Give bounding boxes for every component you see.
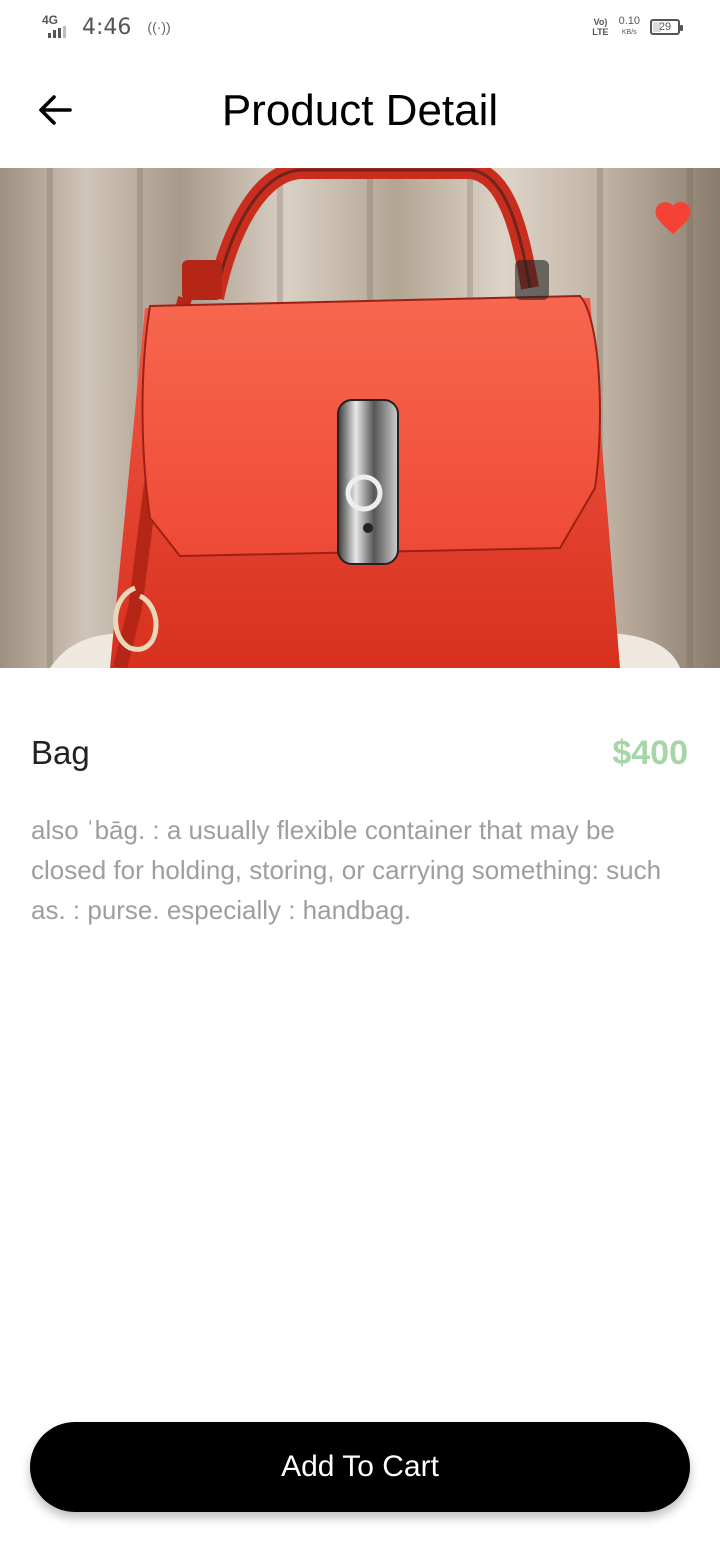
battery-level: 29 bbox=[658, 21, 672, 33]
add-to-cart-button[interactable]: Add To Cart bbox=[30, 1422, 690, 1512]
product-description: also ˈbāg. : a usually flexible containe… bbox=[31, 815, 662, 925]
product-name: Bag bbox=[31, 734, 90, 771]
battery-icon: 29 bbox=[650, 19, 683, 35]
network-speed: 0.10 KB/s bbox=[618, 15, 640, 37]
favorite-button[interactable] bbox=[652, 196, 694, 236]
volte-icon: Vo) LTE bbox=[592, 17, 609, 37]
status-left: 4G 4:46 ((·)) bbox=[40, 14, 171, 40]
status-right: Vo) LTE 0.10 KB/s 29 bbox=[592, 15, 683, 38]
network-type: 4G bbox=[42, 13, 59, 27]
signal-icon: 4G bbox=[40, 14, 74, 40]
page-title: Product Detail bbox=[221, 86, 499, 135]
app-bar: Product Detail bbox=[0, 56, 720, 168]
product-image bbox=[0, 168, 720, 668]
hotspot-icon: ((·)) bbox=[147, 19, 171, 35]
product-price: $400 bbox=[612, 734, 688, 772]
status-bar: 4G 4:46 ((·)) Vo) LTE 0.10 KB/s 29 bbox=[0, 0, 720, 56]
handbag-photo bbox=[0, 168, 720, 668]
status-time: 4:46 bbox=[82, 14, 132, 40]
heart-icon bbox=[655, 202, 691, 235]
